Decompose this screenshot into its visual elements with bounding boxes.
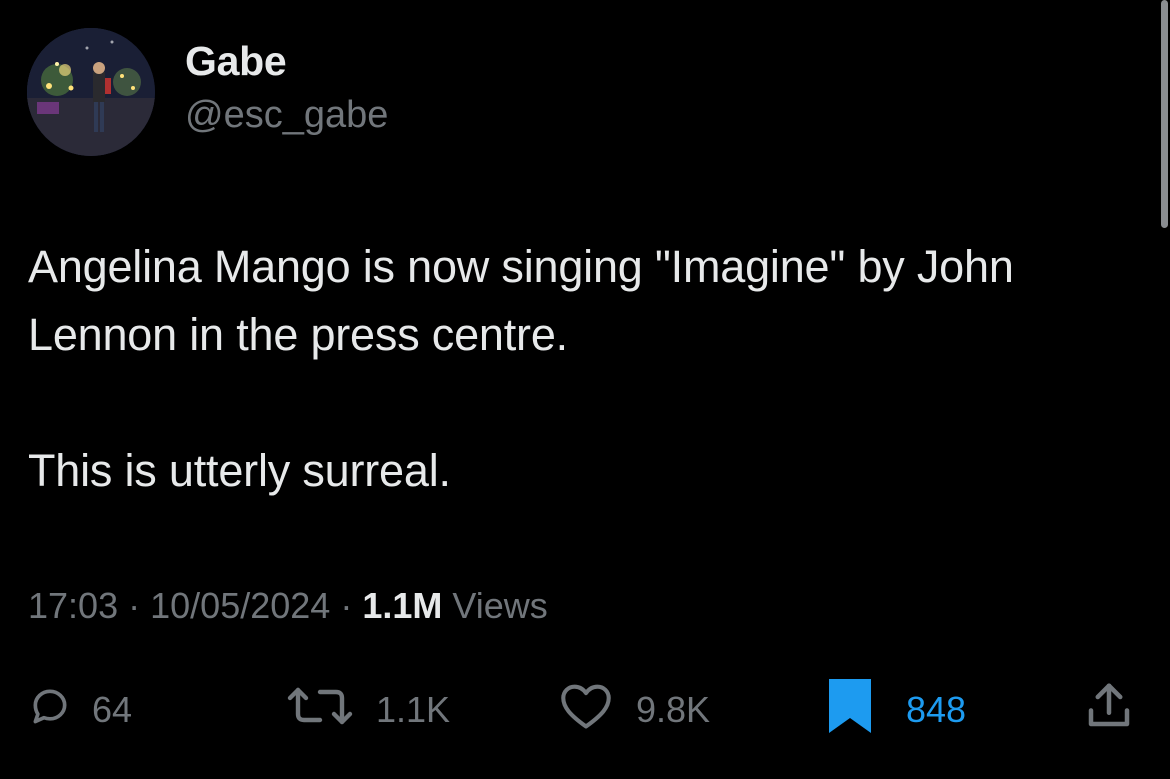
views-label: Views — [452, 585, 548, 626]
reply-count: 64 — [92, 689, 133, 730]
views-count: 1.1M — [362, 585, 443, 626]
meta-separator: · — [340, 585, 353, 626]
bookmark-count: 848 — [906, 689, 967, 730]
tweet-time[interactable]: 17:03 — [28, 585, 118, 626]
bookmark-filled-icon — [826, 676, 874, 745]
tweet-card: Gabe @esc_gabe Angelina Mango is now sin… — [0, 0, 1170, 779]
repost-arrows-icon — [284, 684, 356, 737]
bookmark-button[interactable]: 848 — [826, 678, 967, 740]
share-button[interactable] — [1082, 680, 1156, 740]
reply-bubble-icon — [28, 684, 72, 737]
share-upload-icon — [1082, 679, 1136, 742]
repost-button[interactable]: 1.1K — [284, 680, 450, 740]
repost-count: 1.1K — [376, 689, 451, 730]
like-button[interactable]: 9.8K — [556, 680, 710, 740]
reply-button[interactable]: 64 — [28, 680, 132, 740]
like-count: 9.8K — [636, 689, 711, 730]
avatar-photo — [27, 28, 155, 156]
avatar[interactable] — [27, 28, 155, 156]
action-bar: 64 1.1K 9.8K 848 — [0, 678, 1170, 740]
tweet-date[interactable]: 10/05/2024 — [150, 585, 330, 626]
scrollbar[interactable] — [1161, 0, 1168, 228]
tweet-meta: 17:03 · 10/05/2024 · 1.1M Views — [28, 585, 548, 627]
display-name[interactable]: Gabe — [185, 38, 287, 85]
meta-separator: · — [128, 585, 141, 626]
heart-icon — [556, 681, 616, 740]
tweet-text: Angelina Mango is now singing "Imagine" … — [28, 241, 1014, 496]
user-handle[interactable]: @esc_gabe — [185, 94, 388, 137]
